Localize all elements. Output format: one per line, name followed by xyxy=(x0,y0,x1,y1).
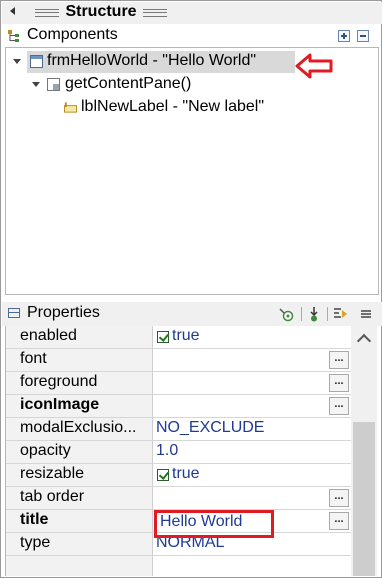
property-name-cell xyxy=(6,556,153,576)
property-row-tab-order[interactable]: tab order ... xyxy=(6,487,351,510)
highlight-box-annotation xyxy=(154,510,274,538)
toolbar-separator xyxy=(327,307,328,321)
property-row-icon-image[interactable]: iconImage ... xyxy=(6,395,351,418)
goto-definition-icon[interactable] xyxy=(306,306,322,322)
tree-item-label: frmHelloWorld - "Hello World" xyxy=(47,52,257,69)
property-name-cell: tab order xyxy=(6,487,153,509)
property-value[interactable]: true xyxy=(172,465,200,483)
property-value[interactable]: 1.0 xyxy=(156,442,178,460)
jframe-icon xyxy=(30,55,43,68)
property-name-cell: opacity xyxy=(6,441,153,463)
property-row-enabled[interactable]: enabled true xyxy=(6,326,351,349)
tree-item-label-component[interactable]: lblNewLabel - "New label" xyxy=(62,97,302,119)
view-menu-icon[interactable] xyxy=(358,306,374,322)
property-name: opacity xyxy=(20,442,71,459)
property-row-foreground[interactable]: foreground ... xyxy=(6,372,351,395)
properties-title: Properties xyxy=(27,304,100,321)
tree-item-content-pane[interactable]: getContentPane() xyxy=(32,74,246,96)
property-name-cell: resizable xyxy=(6,464,153,486)
property-name: title xyxy=(20,511,49,528)
checkbox-checked-icon[interactable] xyxy=(157,331,169,343)
components-tree-icon xyxy=(8,30,19,42)
tree-item-frame[interactable]: frmHelloWorld - "Hello World" xyxy=(13,51,295,73)
property-name: type xyxy=(20,534,51,551)
view-titlebar: Structure xyxy=(2,2,382,24)
property-name-cell: iconImage xyxy=(6,395,153,417)
tree-item-label: getContentPane() xyxy=(65,75,192,92)
collapse-view-icon[interactable] xyxy=(10,7,15,15)
structure-view: Structure Components frmHelloWorld - "He… xyxy=(0,0,382,578)
components-title: Components xyxy=(27,26,118,43)
ellipsis-button[interactable]: ... xyxy=(329,489,349,507)
ellipsis-button[interactable]: ... xyxy=(329,512,349,530)
chevron-down-icon[interactable] xyxy=(32,82,40,87)
expand-all-icon[interactable] xyxy=(338,30,350,42)
property-row-resizable[interactable]: resizable true xyxy=(6,464,351,487)
property-name-cell: foreground xyxy=(6,372,153,394)
property-name: modalExclusio... xyxy=(20,419,137,436)
scrollbar-thumb[interactable] xyxy=(353,422,375,576)
components-header: Components xyxy=(2,25,382,47)
ellipsis-button[interactable]: ... xyxy=(329,351,349,369)
drag-grip-icon[interactable] xyxy=(35,9,59,17)
scroll-up-icon[interactable] xyxy=(356,333,372,349)
drag-grip-icon[interactable] xyxy=(143,9,167,17)
property-name: iconImage xyxy=(20,396,100,413)
property-name: enabled xyxy=(20,327,77,344)
show-advanced-icon[interactable] xyxy=(333,306,349,322)
property-row-font[interactable]: font ... xyxy=(6,349,351,372)
properties-header: Properties xyxy=(2,302,382,326)
checkbox-checked-icon[interactable] xyxy=(157,469,169,481)
components-tree[interactable]: frmHelloWorld - "Hello World" getContent… xyxy=(5,47,379,295)
properties-scrollbar[interactable] xyxy=(351,326,377,576)
chevron-down-icon[interactable] xyxy=(13,59,21,64)
jlabel-icon xyxy=(64,102,77,113)
collapse-all-icon[interactable] xyxy=(357,30,369,42)
ellipsis-button[interactable]: ... xyxy=(329,374,349,392)
property-name: resizable xyxy=(20,465,85,482)
property-name: foreground xyxy=(20,373,98,390)
tree-item-label: lblNewLabel - "New label" xyxy=(81,98,264,115)
property-row-modal-exclusion[interactable]: modalExclusio... NO_EXCLUDE xyxy=(6,418,351,441)
property-value[interactable]: NO_EXCLUDE xyxy=(156,419,264,437)
properties-grid[interactable]: enabled true font ... foreground ... ico… xyxy=(5,326,351,576)
toolbar-separator xyxy=(301,307,302,321)
property-value[interactable]: true xyxy=(172,327,200,345)
property-row-opacity[interactable]: opacity 1.0 xyxy=(6,441,351,464)
ellipsis-button[interactable]: ... xyxy=(329,397,349,415)
content-pane-icon xyxy=(47,78,60,91)
property-name-cell: type xyxy=(6,533,153,555)
property-name-cell: font xyxy=(6,349,153,371)
view-title: Structure xyxy=(65,3,137,20)
properties-icon xyxy=(8,308,20,318)
property-name-cell: title xyxy=(6,510,153,532)
red-arrow-annotation xyxy=(295,53,333,79)
property-name: font xyxy=(20,350,47,367)
show-events-icon[interactable] xyxy=(278,306,294,322)
property-name-cell: enabled xyxy=(6,326,153,348)
property-name-cell: modalExclusio... xyxy=(6,418,153,440)
property-row-empty xyxy=(6,556,351,576)
property-name: tab order xyxy=(20,488,85,505)
